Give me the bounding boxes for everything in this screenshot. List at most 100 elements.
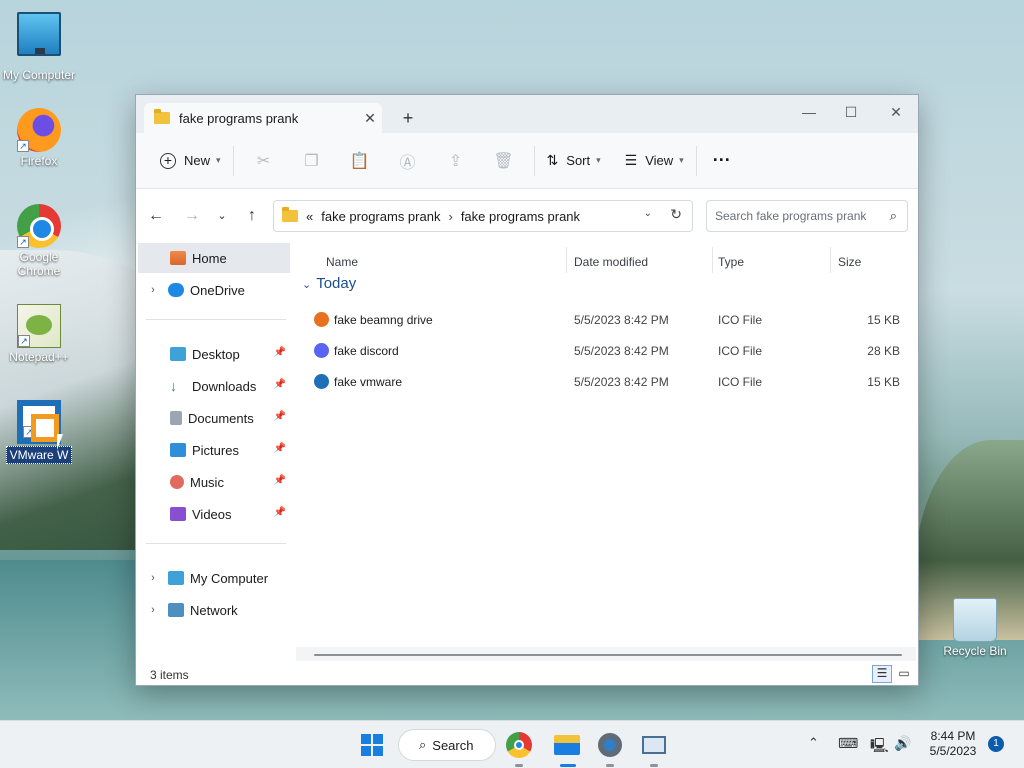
desktop-icon-label: Google Chrome bbox=[17, 250, 61, 278]
new-tab-button[interactable]: + bbox=[396, 107, 420, 131]
forward-arrow-icon[interactable]: → bbox=[176, 200, 208, 232]
column-header-type[interactable]: Type bbox=[718, 249, 744, 275]
taskbar: ⌕ Search ⌃ ⌨ 🖳 🔊 8:44 PM 5/5/2023 bbox=[0, 720, 1024, 768]
sidebar-item-home[interactable]: Home bbox=[138, 243, 290, 273]
taskbar-search-button[interactable]: ⌕ Search bbox=[398, 729, 496, 761]
group-header-today[interactable]: ⌄ Today bbox=[302, 275, 356, 292]
search-box[interactable]: ⌕ bbox=[706, 200, 908, 232]
shortcut-arrow-icon: ↗ bbox=[17, 236, 29, 248]
cloud-icon bbox=[168, 283, 184, 297]
running-indicator bbox=[650, 764, 658, 767]
status-bar: 3 items ☰ ▭ bbox=[136, 661, 918, 687]
horizontal-scrollbar-thumb[interactable] bbox=[314, 654, 902, 656]
desktop-icon-my-computer[interactable]: My Computer bbox=[0, 12, 78, 82]
system-clock[interactable]: 8:44 PM 5/5/2023 bbox=[926, 729, 980, 759]
sidebar-item-my-computer[interactable]: › My Computer bbox=[138, 563, 290, 593]
breadcrumb-item[interactable]: fake programs prank bbox=[321, 209, 440, 224]
column-header-size[interactable]: Size bbox=[838, 249, 861, 275]
sort-button[interactable]: ⇅ Sort ▾ bbox=[541, 145, 607, 177]
taskbar-chrome-icon[interactable] bbox=[506, 732, 532, 767]
view-button[interactable]: ☰ View ▾ bbox=[619, 145, 690, 177]
delete-icon[interactable]: 🗑 bbox=[480, 145, 528, 177]
breadcrumb-overflow[interactable]: « bbox=[306, 209, 313, 224]
recent-locations-chevron-icon[interactable]: ⌄ bbox=[206, 200, 238, 232]
sidebar-item-desktop[interactable]: Desktop 📌 bbox=[138, 339, 290, 369]
desktop-icon-chrome[interactable]: ↗ Google Chrome bbox=[0, 204, 78, 278]
column-divider[interactable] bbox=[712, 247, 713, 273]
chevron-right-icon[interactable]: › bbox=[146, 572, 160, 584]
search-input[interactable] bbox=[715, 209, 875, 223]
chevron-right-icon[interactable]: › bbox=[146, 284, 160, 296]
rename-icon[interactable]: Ⓐ bbox=[384, 145, 432, 177]
show-hidden-icons-chevron-icon[interactable]: ⌃ bbox=[808, 735, 819, 751]
details-view-icon[interactable]: ☰ bbox=[872, 665, 892, 683]
column-divider[interactable] bbox=[830, 247, 831, 273]
file-date-modified: 5/5/2023 8:42 PM bbox=[574, 313, 669, 327]
taskbar-task-manager-icon[interactable] bbox=[638, 729, 670, 767]
breadcrumb-item-current[interactable]: fake programs prank bbox=[461, 209, 580, 224]
chrome-icon: ↗ bbox=[17, 204, 61, 248]
column-header-name[interactable]: Name bbox=[326, 249, 358, 275]
address-dropdown-icon[interactable]: ⌄ bbox=[644, 208, 652, 219]
file-size: 28 KB bbox=[867, 344, 900, 358]
windows-logo-pane bbox=[373, 734, 383, 744]
refresh-icon[interactable]: ↻ bbox=[670, 206, 682, 223]
search-icon[interactable]: ⌕ bbox=[890, 208, 897, 224]
large-icons-view-icon[interactable]: ▭ bbox=[894, 665, 914, 683]
toolbar-divider bbox=[695, 145, 697, 176]
more-options-button[interactable]: ··· bbox=[707, 145, 737, 177]
file-date-modified: 5/5/2023 8:42 PM bbox=[574, 344, 669, 358]
file-size: 15 KB bbox=[867, 375, 900, 389]
taskbar-file-explorer-icon[interactable] bbox=[552, 729, 584, 767]
share-icon[interactable]: ⇪ bbox=[432, 145, 480, 177]
paste-icon[interactable]: 📋 bbox=[336, 145, 384, 177]
new-button-label: New bbox=[184, 153, 211, 168]
volume-icon[interactable]: 🔊 bbox=[894, 735, 911, 752]
maximize-button[interactable]: ☐ bbox=[828, 99, 874, 127]
clock-time: 8:44 PM bbox=[930, 729, 976, 743]
column-header-date[interactable]: Date modified bbox=[574, 249, 648, 275]
tab-fake-programs-prank[interactable]: fake programs prank ✕ bbox=[144, 103, 382, 133]
sidebar-item-music[interactable]: Music 📌 bbox=[138, 467, 290, 497]
file-size: 15 KB bbox=[867, 313, 900, 327]
close-tab-icon[interactable]: ✕ bbox=[358, 110, 382, 127]
start-button[interactable] bbox=[356, 729, 388, 761]
table-row[interactable]: fake discord 5/5/2023 8:42 PM ICO File 28 K… bbox=[310, 336, 908, 364]
network-tray-icon[interactable]: 🖳 bbox=[870, 735, 889, 759]
up-arrow-icon[interactable]: ↑ bbox=[236, 200, 268, 232]
keyboard-icon[interactable]: ⌨ bbox=[838, 735, 858, 752]
sidebar-item-network[interactable]: › Network bbox=[138, 595, 290, 625]
document-icon bbox=[170, 411, 182, 425]
close-window-button[interactable]: ✕ bbox=[873, 99, 919, 127]
sidebar-item-onedrive[interactable]: › OneDrive bbox=[138, 275, 290, 305]
shortcut-arrow-icon: ↗ bbox=[23, 426, 35, 438]
file-name: fake beamng drive bbox=[334, 313, 433, 327]
chevron-down-icon: ▾ bbox=[216, 155, 221, 165]
notification-badge[interactable]: 1 bbox=[988, 736, 1004, 752]
sidebar-item-documents[interactable]: Documents 📌 bbox=[138, 403, 290, 433]
chevron-right-icon[interactable]: › bbox=[146, 604, 160, 616]
desktop-icon-notepadpp[interactable]: ↗ Notepad++ bbox=[0, 304, 78, 364]
desktop-icon-vmware[interactable]: ↗ VMware W bbox=[0, 400, 78, 464]
address-bar[interactable]: « fake programs prank › fake programs pr… bbox=[273, 200, 693, 232]
table-row[interactable]: fake beamng drive 5/5/2023 8:42 PM ICO Fil… bbox=[310, 305, 908, 333]
sidebar-item-videos[interactable]: Videos 📌 bbox=[138, 499, 290, 529]
table-row[interactable]: fake vmware 5/5/2023 8:42 PM ICO File 15 KB bbox=[310, 367, 908, 395]
desktop-icon-recycle-bin[interactable]: Recycle Bin bbox=[936, 598, 1014, 658]
minimize-button[interactable]: — bbox=[786, 99, 832, 127]
column-divider[interactable] bbox=[566, 247, 567, 273]
new-button[interactable]: + New ▾ bbox=[154, 145, 227, 177]
desktop-icon-firefox[interactable]: ↗ Firefox bbox=[0, 108, 78, 168]
file-type: ICO File bbox=[718, 344, 763, 358]
taskbar-settings-icon[interactable] bbox=[594, 729, 626, 767]
cut-icon[interactable]: ✂ bbox=[240, 145, 288, 177]
sidebar-item-pictures[interactable]: Pictures 📌 bbox=[138, 435, 290, 465]
sidebar-item-downloads[interactable]: ↓ Downloads 📌 bbox=[138, 371, 290, 401]
copy-icon[interactable]: ❐ bbox=[288, 145, 336, 177]
sidebar-item-label: Videos bbox=[192, 506, 232, 522]
back-arrow-icon[interactable]: ← bbox=[140, 200, 172, 232]
sidebar-item-label: Downloads bbox=[192, 378, 257, 394]
sidebar-item-label: Desktop bbox=[192, 346, 240, 362]
windows-logo-icon bbox=[361, 734, 371, 744]
pin-icon: 📌 bbox=[273, 475, 286, 486]
